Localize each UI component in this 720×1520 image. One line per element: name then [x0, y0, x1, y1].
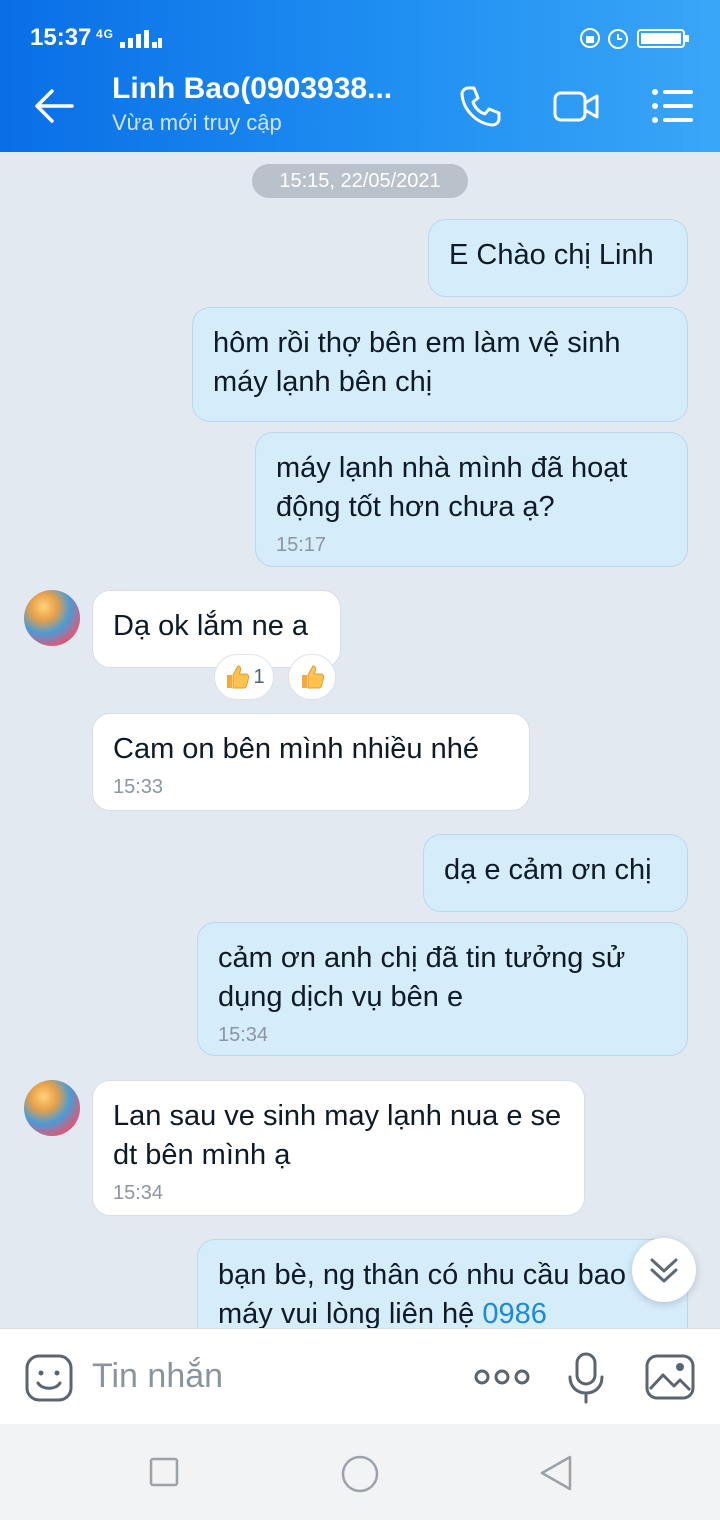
- nav-back-icon[interactable]: [538, 1454, 574, 1492]
- back-arrow-icon[interactable]: [32, 84, 76, 128]
- phone-icon[interactable]: [456, 82, 504, 130]
- scroll-down-button[interactable]: [632, 1238, 696, 1302]
- message-text: dạ e cảm ơn chị: [444, 854, 652, 886]
- message-time: 15:17: [276, 534, 327, 556]
- signal-icon: [120, 30, 162, 48]
- avatar[interactable]: [24, 590, 80, 646]
- image-gallery-icon[interactable]: [644, 1353, 696, 1401]
- reaction-badge[interactable]: 1: [214, 654, 274, 700]
- status-icons: [580, 28, 689, 49]
- microphone-icon[interactable]: [566, 1351, 606, 1405]
- message-text: E Chào chị Linh: [449, 239, 654, 271]
- sticker-emoji-icon[interactable]: [24, 1353, 74, 1403]
- thumbs-up-icon: [227, 665, 250, 689]
- phone-link[interactable]: 0986: [482, 1298, 547, 1328]
- message-bubble[interactable]: bạn bè, ng thân có nhu cầu bao trì máy v…: [197, 1239, 688, 1328]
- message-time: 15:34: [113, 1182, 164, 1204]
- alarm-icon: [608, 29, 628, 49]
- message-bubble[interactable]: máy lạnh nhà mình đã hoạt động tốt hơn c…: [255, 432, 688, 567]
- message-text: máy lạnh nhà mình đã hoạt động tốt hơn c…: [276, 452, 628, 523]
- battery-icon: [637, 29, 689, 48]
- reaction-count: 1: [253, 665, 265, 688]
- double-chevron-down-icon: [650, 1258, 678, 1283]
- message-text: cảm ơn anh chị đã tin tưởng sử dụng dịch…: [218, 942, 626, 1013]
- chat-header: Linh Bao(0903938... Vừa mới truy cập: [0, 60, 720, 152]
- menu-list-icon[interactable]: [648, 82, 696, 130]
- status-bar: 15:37 4G: [0, 0, 720, 60]
- message-text: Dạ ok lắm ne a: [113, 610, 309, 642]
- message-list[interactable]: 15:15, 22/05/2021 E Chào chị Linh hôm rồ…: [0, 152, 720, 1328]
- message-bubble[interactable]: Cam on bên mình nhiều nhé 15:33: [92, 713, 530, 811]
- home-icon[interactable]: [340, 1454, 380, 1494]
- contact-name[interactable]: Linh Bao(0903938...: [112, 72, 392, 106]
- system-nav-bar: [0, 1424, 720, 1520]
- message-time: 15:34: [218, 1024, 269, 1046]
- status-time: 15:37: [30, 24, 92, 51]
- message-input[interactable]: Tin nhắn: [92, 1357, 223, 1396]
- message-text: Cam on bên mình nhiều nhé: [113, 733, 479, 765]
- presence-status: Vừa mới truy cập: [112, 110, 282, 135]
- message-input-bar: Tin nhắn: [0, 1328, 720, 1424]
- network-type: 4G: [96, 27, 115, 41]
- avatar[interactable]: [24, 1080, 80, 1136]
- thumbs-up-icon: [302, 665, 325, 689]
- message-bubble[interactable]: Lan sau ve sinh may lạnh nua e se dt bên…: [92, 1080, 585, 1216]
- video-call-icon[interactable]: [552, 82, 600, 130]
- message-text: Lan sau ve sinh may lạnh nua e se dt bên…: [113, 1100, 562, 1171]
- recent-apps-icon[interactable]: [148, 1456, 180, 1488]
- date-divider: 15:15, 22/05/2021: [252, 164, 468, 198]
- message-text: bạn bè, ng thân có nhu cầu bao trì máy v…: [218, 1259, 660, 1328]
- message-time: 15:33: [113, 776, 164, 798]
- message-text: hôm rồi thợ bên em làm vệ sinh máy lạnh …: [213, 327, 621, 398]
- message-bubble[interactable]: E Chào chị Linh: [428, 219, 688, 297]
- add-reaction-button[interactable]: [288, 654, 336, 700]
- message-bubble[interactable]: dạ e cảm ơn chị: [423, 834, 688, 912]
- lock-rotation-icon: [580, 28, 600, 48]
- more-options-icon[interactable]: [474, 1363, 530, 1391]
- message-bubble[interactable]: hôm rồi thợ bên em làm vệ sinh máy lạnh …: [192, 307, 688, 422]
- message-bubble[interactable]: cảm ơn anh chị đã tin tưởng sử dụng dịch…: [197, 922, 688, 1056]
- top-bar: 15:37 4G Linh Bao(0903938... Vừa mới tru…: [0, 0, 720, 152]
